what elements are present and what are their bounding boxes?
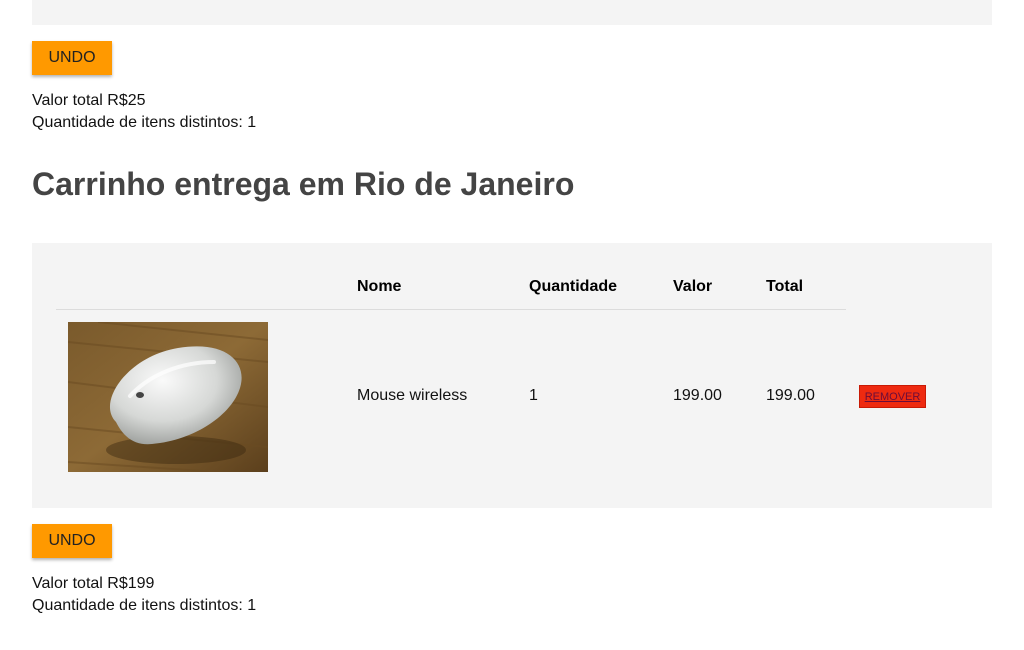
undo-button[interactable]: UNDO <box>32 41 112 75</box>
item-unit-value: 199.00 <box>673 387 722 404</box>
item-total: 199.00 <box>766 387 815 404</box>
distinct-items-text: Quantidade de itens distintos: 1 <box>32 597 257 614</box>
remove-item-button[interactable]: REMOVER <box>859 385 926 408</box>
column-header-quantidade: Quantidade <box>529 278 618 295</box>
previous-cart-panel <box>32 0 992 25</box>
total-value-text: Valor total R$199 <box>32 575 155 592</box>
cart-summary: Valor total R$199 Quantidade de itens di… <box>32 573 256 617</box>
previous-cart-summary: Valor total R$25 Quantidade de itens dis… <box>32 90 256 134</box>
total-value-text: Valor total R$25 <box>32 92 146 109</box>
distinct-items-text: Quantidade de itens distintos: 1 <box>32 114 257 131</box>
column-header-valor: Valor <box>673 278 713 295</box>
item-name: Mouse wireless <box>357 387 468 404</box>
undo-button[interactable]: UNDO <box>32 524 112 558</box>
cart-title: Carrinho entrega em Rio de Janeiro <box>32 166 575 202</box>
column-header-nome: Nome <box>357 278 402 295</box>
product-image-mouse <box>68 322 268 472</box>
item-quantity: 1 <box>529 387 538 404</box>
table-header-divider <box>56 309 846 310</box>
column-header-total: Total <box>766 278 804 295</box>
